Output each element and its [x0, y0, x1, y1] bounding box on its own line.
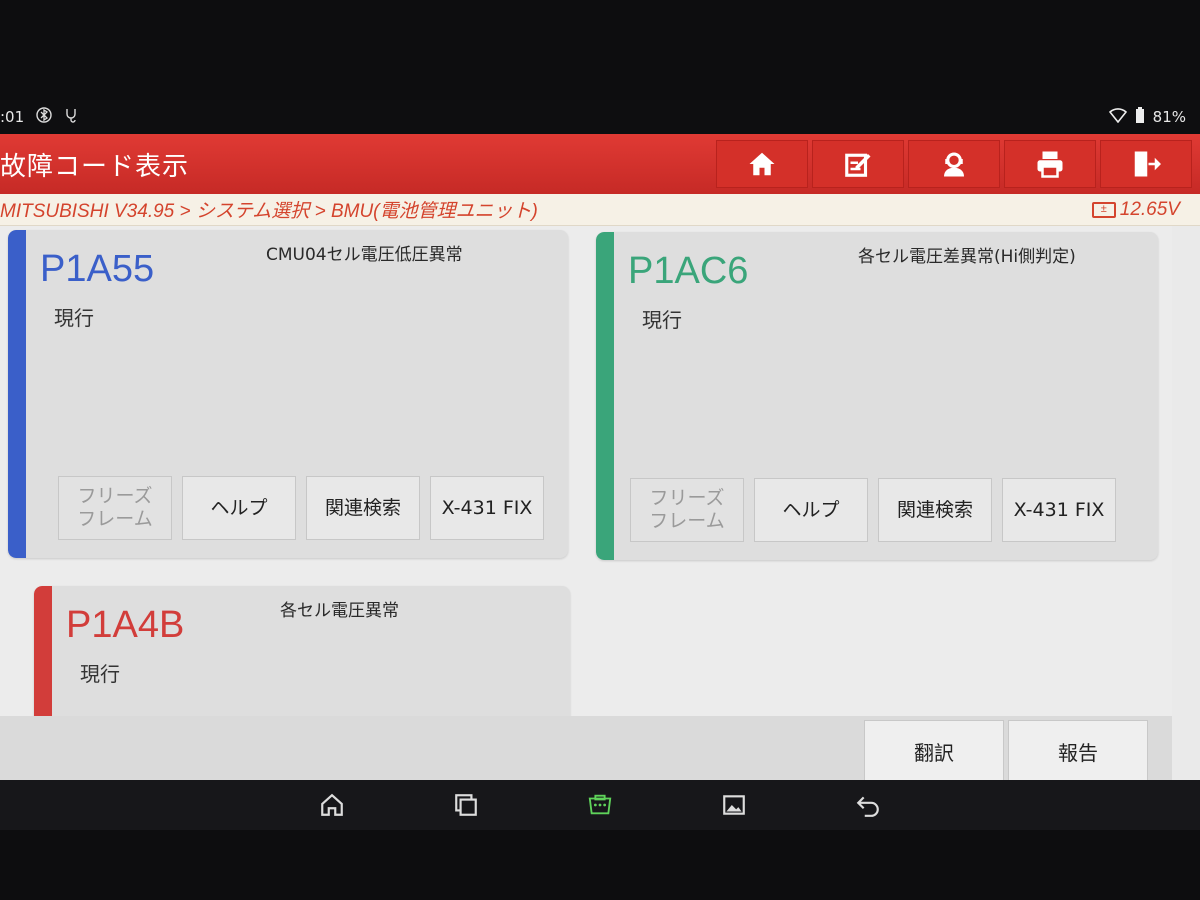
x431-fix-button[interactable]: X-431 FIX: [1002, 478, 1116, 542]
image-icon: [723, 795, 745, 815]
scroll-edge: [1172, 226, 1200, 780]
device-screen: :01 81% 故障コード表示 MITSUBISHI V34.95 > システム…: [0, 100, 1200, 830]
severity-stripe: [596, 232, 614, 560]
voltage-readout: ± 12.65V: [1091, 198, 1180, 221]
status-bar: :01 81%: [0, 100, 1200, 134]
nav-vci-button[interactable]: [583, 788, 617, 822]
freeze-frame-button[interactable]: フリーズ フレーム: [58, 476, 172, 540]
clock: :01: [0, 108, 25, 126]
related-search-button[interactable]: 関連検索: [306, 476, 420, 540]
breadcrumb-bar: MITSUBISHI V34.95 > システム選択 > BMU(電池管理ユニッ…: [0, 194, 1200, 226]
page-title: 故障コード表示: [0, 151, 190, 182]
car-battery-icon: ±: [1091, 201, 1116, 218]
vci-icon: [588, 794, 612, 815]
dtc-card: P1A4B 各セル電圧異常 現行: [34, 586, 570, 716]
dtc-description: 各セル電圧差異常(Hi側判定): [858, 247, 1076, 267]
recents-icon: [455, 794, 477, 816]
exit-button[interactable]: [1100, 140, 1192, 188]
bluetooth-icon: [36, 107, 52, 127]
dtc-code: P1A55: [40, 248, 155, 290]
print-icon: [1037, 151, 1063, 178]
dtc-card: P1A55 CMU04セル電圧低圧異常 現行 フリーズ フレーム ヘルプ 関連検…: [8, 230, 568, 558]
edit-button[interactable]: [812, 140, 904, 188]
x431-fix-button[interactable]: X-431 FIX: [430, 476, 544, 540]
severity-stripe: [8, 230, 26, 558]
freeze-frame-button[interactable]: フリーズ フレーム: [630, 478, 744, 542]
home-button[interactable]: [716, 140, 808, 188]
battery-icon: [1135, 106, 1145, 128]
related-search-button[interactable]: 関連検索: [878, 478, 992, 542]
report-button[interactable]: 報告: [1008, 720, 1148, 782]
home-icon: [321, 793, 343, 816]
dtc-list: P1A55 CMU04セル電圧低圧異常 現行 フリーズ フレーム ヘルプ 関連検…: [0, 226, 1172, 716]
support-icon: [944, 152, 964, 177]
dtc-code: P1A4B: [66, 604, 185, 646]
exit-icon: [1134, 151, 1161, 177]
wifi-icon: [1108, 107, 1127, 127]
nav-gallery-button[interactable]: [717, 788, 751, 822]
stethoscope-icon: [64, 107, 80, 127]
dtc-status: 現行: [80, 662, 120, 686]
back-icon: [856, 796, 879, 817]
battery-percent: 81%: [1152, 108, 1186, 126]
print-button[interactable]: [1004, 140, 1096, 188]
android-nav-bar: [0, 780, 1200, 830]
dtc-status: 現行: [642, 308, 682, 332]
support-button[interactable]: [908, 140, 1000, 188]
action-bar: 翻訳 報告: [0, 716, 1172, 782]
dtc-code: P1AC6: [628, 250, 749, 292]
dtc-description: 各セル電圧異常: [280, 601, 399, 621]
dtc-description: CMU04セル電圧低圧異常: [266, 245, 463, 265]
edit-icon: [845, 153, 871, 177]
dtc-card: P1AC6 各セル電圧差異常(Hi側判定) 現行 フリーズ フレーム ヘルプ 関…: [596, 232, 1158, 560]
nav-back-button[interactable]: [851, 788, 885, 822]
help-button[interactable]: ヘルプ: [754, 478, 868, 542]
help-button[interactable]: ヘルプ: [182, 476, 296, 540]
translate-button[interactable]: 翻訳: [864, 720, 1004, 782]
dtc-status: 現行: [54, 306, 94, 330]
home-icon: [749, 152, 775, 176]
nav-home-button[interactable]: [315, 788, 349, 822]
app-header: 故障コード表示: [0, 134, 1200, 194]
severity-stripe: [34, 586, 52, 716]
breadcrumb: MITSUBISHI V34.95 > システム選択 > BMU(電池管理ユニッ…: [0, 201, 538, 222]
nav-recents-button[interactable]: [449, 788, 483, 822]
voltage-value: 12.65V: [1119, 198, 1180, 220]
